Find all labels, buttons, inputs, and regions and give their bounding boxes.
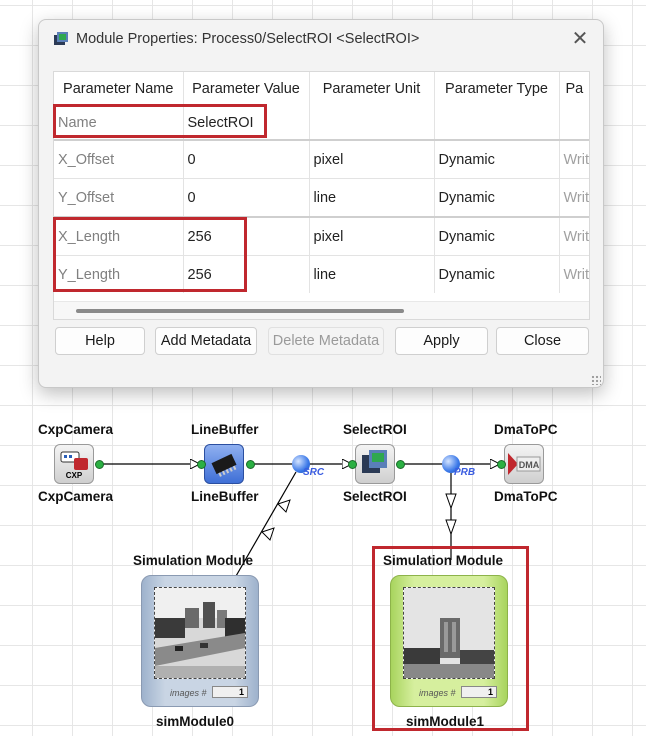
apply-button[interactable]: Apply [395,327,488,355]
param-type: Dynamic [434,255,560,293]
param-unit: pixel [309,216,435,256]
empty-cell [559,106,589,140]
close-button[interactable]: Close [496,327,589,355]
sim-module0[interactable]: images # 1 [141,575,259,707]
column-header-name[interactable]: Parameter Name [54,72,184,106]
select-roi-icon [362,450,387,473]
module-properties-dialog: Module Properties: Process0/SelectROI <S… [38,19,604,388]
linebuffer-input-port[interactable] [197,460,206,469]
sim-module0-image-count: 1 [212,686,248,698]
cxp-camera-icon: CXP [60,451,88,480]
param-value-input[interactable]: 0 [183,139,310,179]
table-row[interactable]: X_Length 256 pixel Dynamic Writ [54,216,589,256]
param-type: Dynamic [434,216,560,256]
sim-module1-images-label: images # [419,688,456,698]
table-row[interactable]: X_Offset 0 pixel Dynamic Writ [54,139,589,179]
dma-input-port[interactable] [497,460,506,469]
cxp-camera-label-bottom: CxpCamera [38,489,114,504]
sim-module1[interactable]: images # 1 [390,575,508,707]
sim-module1-thumbnail [403,587,495,679]
param-name: Y_Offset [54,178,184,217]
cxp-camera-label-top: CxpCamera [38,422,114,437]
table-row[interactable]: Y_Offset 0 line Dynamic Writ [54,178,589,217]
close-icon[interactable]: ✕ [569,28,591,50]
param-name: Name [54,106,184,140]
sim-module1-label-top: Simulation Module [383,553,503,568]
linebuffer-label-bottom: LineBuffer [191,489,259,504]
prb-port-label: PRB [454,467,476,478]
param-access: Writ [559,216,589,256]
selectroi-output-port[interactable] [396,460,405,469]
help-button[interactable]: Help [55,327,145,355]
add-metadata-button[interactable]: Add Metadata [155,327,257,355]
cxp-output-port[interactable] [95,460,104,469]
dma-module[interactable]: DMA [504,444,544,484]
sim-module1-image-count: 1 [461,686,497,698]
param-value-input[interactable]: SelectROI [183,106,310,140]
linebuffer-label-top: LineBuffer [191,422,259,437]
param-name: Y_Length [54,255,184,293]
sim-module0-label-bottom: simModule0 [156,714,235,729]
param-unit: pixel [309,139,435,179]
param-access: Writ [559,255,589,293]
param-value-input[interactable]: 256 [183,255,310,293]
sim-module1-label-bottom: simModule1 [406,714,485,729]
svg-text:DMA: DMA [519,460,540,470]
column-header-unit[interactable]: Parameter Unit [309,72,435,106]
param-type: Dynamic [434,139,560,179]
table-row[interactable]: Y_Length 256 line Dynamic Writ [54,255,589,293]
selectroi-module[interactable] [355,444,395,484]
src-port-label: SRC [303,467,325,478]
param-type: Dynamic [434,178,560,217]
sim-module0-images-label: images # [170,688,207,698]
dialog-title: Module Properties: Process0/SelectROI <S… [76,31,420,47]
table-row[interactable]: Name SelectROI [54,106,589,140]
sim-module0-label-top: Simulation Module [133,553,253,568]
param-access: Writ [559,178,589,217]
param-unit: line [309,255,435,293]
linebuffer-module[interactable] [204,444,244,484]
param-value-input[interactable]: 256 [183,216,310,256]
parameter-grid: Parameter Name Parameter Value Parameter… [54,72,589,293]
linebuffer-output-port[interactable] [246,460,255,469]
resize-grip-icon[interactable] [591,375,601,385]
table-header-row: Parameter Name Parameter Value Parameter… [54,72,589,106]
dma-icon: DMA [508,453,541,475]
column-header-type[interactable]: Parameter Type [434,72,560,106]
selectroi-label-bottom: SelectROI [343,489,407,504]
selectroi-input-port[interactable] [348,460,357,469]
scrollbar-thumb[interactable] [76,309,404,313]
parameter-table: Parameter Name Parameter Value Parameter… [53,71,590,320]
sim-module0-thumbnail [154,587,246,679]
dma-label-top: DmaToPC [494,422,558,437]
delete-metadata-button[interactable]: Delete Metadata [268,327,384,355]
param-name: X_Length [54,216,184,256]
param-name: X_Offset [54,139,184,179]
memory-chip-icon [211,453,237,477]
dma-label-bottom: DmaToPC [494,489,558,504]
param-value-input[interactable]: 0 [183,178,310,217]
column-header-value[interactable]: Parameter Value [183,72,310,106]
empty-cell [434,106,560,140]
selectroi-label-top: SelectROI [343,422,407,437]
module-app-icon [53,31,69,47]
empty-cell [309,106,435,140]
cxp-camera-module[interactable]: CXP [54,444,94,484]
param-access: Writ [559,139,589,179]
horizontal-scrollbar[interactable] [54,301,589,319]
dialog-titlebar[interactable]: Module Properties: Process0/SelectROI <S… [39,20,603,60]
column-header-access[interactable]: Pa [559,72,589,106]
svg-text:CXP: CXP [66,471,83,480]
param-unit: line [309,178,435,217]
